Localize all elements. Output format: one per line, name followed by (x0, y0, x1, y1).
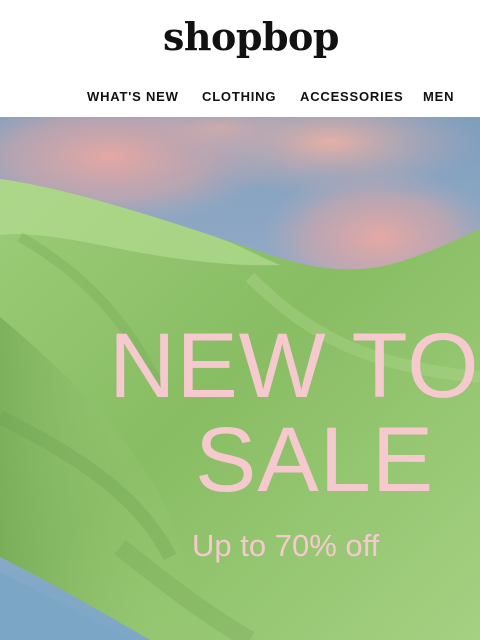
nav-item-men[interactable]: MEN (423, 89, 454, 104)
hero-headline: NEW TO SALE (109, 320, 480, 506)
email-page: shopbop WHAT'S NEW CLOTHING ACCESSORIES … (0, 0, 480, 640)
headline-line-1: NEW TO (109, 315, 480, 417)
header: shopbop WHAT'S NEW CLOTHING ACCESSORIES … (0, 0, 480, 117)
shopbop-logo[interactable]: shopbop (0, 14, 480, 59)
main-nav: WHAT'S NEW CLOTHING ACCESSORIES MEN (0, 89, 480, 107)
headline-line-2: SALE (195, 409, 435, 511)
nav-item-accessories[interactable]: ACCESSORIES (300, 89, 403, 104)
nav-item-whats-new[interactable]: WHAT'S NEW (87, 89, 179, 104)
hero-subline: Up to 70% off (192, 528, 380, 563)
nav-item-clothing[interactable]: CLOTHING (202, 89, 276, 104)
